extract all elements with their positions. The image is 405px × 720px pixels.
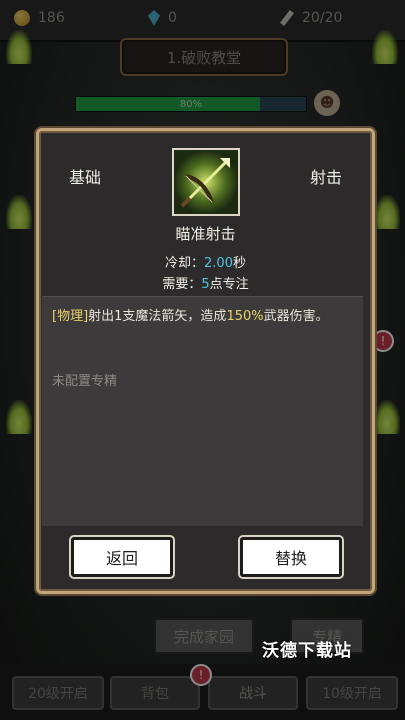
cooldown-line: 冷却：2.00秒 xyxy=(39,252,372,271)
requirement-value: 5 xyxy=(201,277,210,292)
damage-percent: 150% xyxy=(226,309,264,324)
requirement-unit: 点专注 xyxy=(209,277,249,292)
skill-detail-dialog: 基础 射击 瞄准射击 冷却：2.00秒 需要：5点专注 [物理]射出1支魔法箭矢… xyxy=(36,128,375,594)
skill-description: [物理]射出1支魔法箭矢，造成150%武器伤害。 xyxy=(52,307,352,326)
mastery-note: 未配置专精 xyxy=(52,374,118,389)
watermark: 沃德下载站 xyxy=(262,641,352,661)
skill-description-panel: [物理]射出1支魔法箭矢，造成150%武器伤害。 未配置专精 xyxy=(42,296,363,526)
back-button[interactable]: 返回 xyxy=(71,537,173,577)
requirement-line: 需要：5点专注 xyxy=(39,273,372,292)
replace-button[interactable]: 替换 xyxy=(240,537,342,577)
skill-type-label: 射击 xyxy=(309,168,342,187)
cooldown-label: 冷却： xyxy=(165,256,205,271)
cooldown-unit: 秒 xyxy=(232,256,246,271)
skill-category-label: 基础 xyxy=(69,168,102,187)
description-text-2: 武器伤害。 xyxy=(263,309,329,324)
description-text-1: 射出1支魔法箭矢，造成 xyxy=(88,309,227,324)
damage-type-tag: [物理] xyxy=(52,309,89,324)
crossbow-skill-icon xyxy=(172,148,240,216)
requirement-label: 需要： xyxy=(162,277,202,292)
cooldown-value: 2.00 xyxy=(204,256,233,271)
skill-name: 瞄准射击 xyxy=(175,225,236,243)
